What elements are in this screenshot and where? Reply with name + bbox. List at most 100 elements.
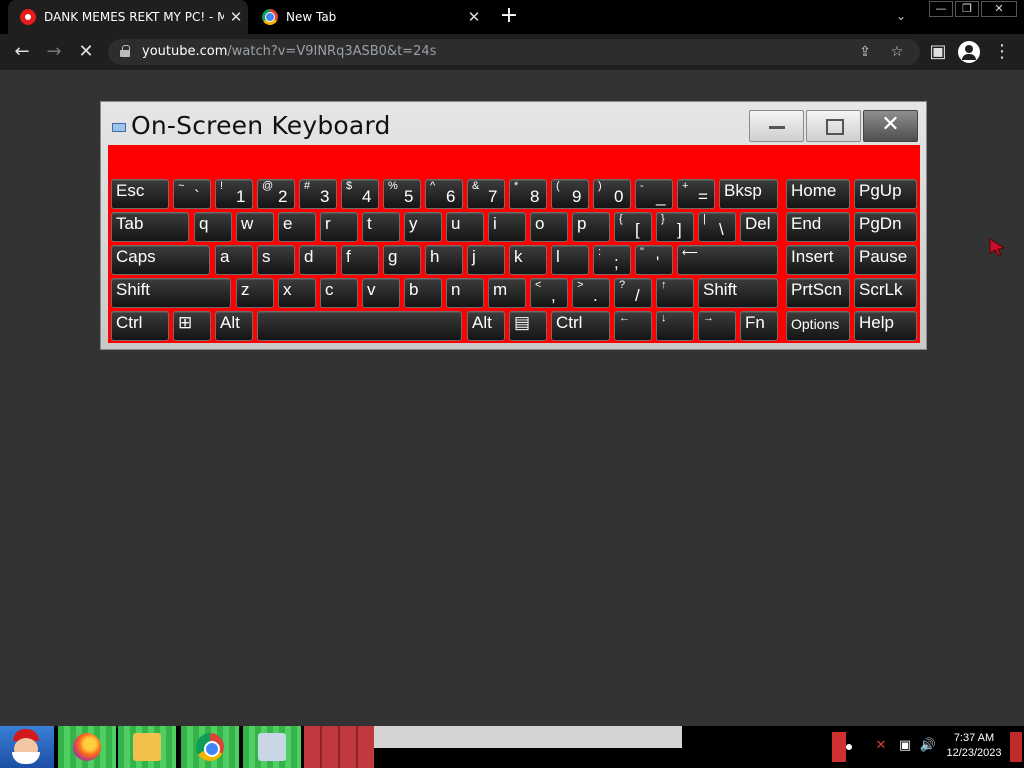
- key-pgup[interactable]: PgUp: [854, 179, 917, 209]
- key-b[interactable]: b: [404, 278, 442, 308]
- profile-avatar-icon[interactable]: [958, 41, 980, 63]
- key-j[interactable]: j: [467, 245, 505, 275]
- key-help[interactable]: Help: [854, 311, 917, 341]
- osk-maximize-button[interactable]: [806, 110, 861, 142]
- key-5[interactable]: % 5: [383, 179, 421, 209]
- key-esc[interactable]: Esc: [111, 179, 169, 209]
- key-d[interactable]: d: [299, 245, 337, 275]
- osk-close-button[interactable]: ✕: [863, 110, 918, 142]
- key-ctrl[interactable]: Ctrl: [551, 311, 610, 341]
- key-fn[interactable]: Fn: [740, 311, 778, 341]
- key-symbol[interactable]: ~ `: [173, 179, 211, 209]
- key-g[interactable]: g: [383, 245, 421, 275]
- key-home[interactable]: Home: [786, 179, 850, 209]
- key-symbol-12[interactable]: ⟵: [677, 245, 778, 275]
- taskbar-clock[interactable]: 7:37 AM 12/23/2023: [942, 731, 1006, 761]
- key-a[interactable]: a: [215, 245, 253, 275]
- stop-loading-button[interactable]: ✕: [74, 40, 98, 64]
- taskbar-chrome[interactable]: [181, 726, 239, 768]
- key-tab[interactable]: Tab: [111, 212, 189, 242]
- key-shift[interactable]: Shift: [698, 278, 778, 308]
- key-f[interactable]: f: [341, 245, 379, 275]
- key-symbol[interactable]: ? /: [614, 278, 652, 308]
- key-6[interactable]: ^ 6: [425, 179, 463, 209]
- key-options[interactable]: Options: [786, 311, 850, 341]
- key-symbol[interactable]: | \: [698, 212, 736, 242]
- key-x[interactable]: x: [278, 278, 316, 308]
- key-shift[interactable]: Shift: [111, 278, 231, 308]
- key-symbol[interactable]: >.: [572, 278, 610, 308]
- key-pgdn[interactable]: PgDn: [854, 212, 917, 242]
- network-alert-icon[interactable]: ✕: [872, 737, 890, 755]
- key-2[interactable]: @2: [257, 179, 295, 209]
- key-t[interactable]: t: [362, 212, 400, 242]
- tab-close-icon[interactable]: ✕: [462, 8, 486, 26]
- tab-youtube[interactable]: DANK MEMES REKT MY PC! - ME ✕: [8, 0, 248, 34]
- browser-menu-icon[interactable]: ⋮: [990, 40, 1014, 64]
- key-q[interactable]: q: [194, 212, 232, 242]
- address-bar[interactable]: youtube.com/watch?v=V9INRq3ASB0&t=24s ⇪ …: [108, 39, 920, 65]
- url-text[interactable]: youtube.com/watch?v=V9INRq3ASB0&t=24s: [142, 44, 436, 59]
- key-symbol[interactable]: " ': [635, 245, 673, 275]
- key-8[interactable]: * 8: [509, 179, 547, 209]
- key-7[interactable]: & 7: [467, 179, 505, 209]
- key-caps[interactable]: Caps: [111, 245, 210, 275]
- tab-close-icon[interactable]: ✕: [224, 8, 248, 26]
- key-y[interactable]: y: [404, 212, 442, 242]
- key-l[interactable]: l: [551, 245, 589, 275]
- bookmark-star-icon[interactable]: ☆: [887, 42, 907, 62]
- key-0[interactable]: ) 0: [593, 179, 631, 209]
- key-symbol[interactable]: <,: [530, 278, 568, 308]
- share-icon[interactable]: ⇪: [855, 42, 875, 62]
- key-z[interactable]: z: [236, 278, 274, 308]
- tab-new-tab[interactable]: New Tab ✕: [250, 0, 486, 34]
- key-i[interactable]: i: [488, 212, 526, 242]
- key-symbol[interactable]: {[: [614, 212, 652, 242]
- key-4[interactable]: $4: [341, 179, 379, 209]
- key-del[interactable]: Del: [740, 212, 778, 242]
- window-restore-button[interactable]: ❐: [955, 1, 979, 17]
- key-prtscn[interactable]: PrtScn: [786, 278, 850, 308]
- volume-icon[interactable]: 🔊: [919, 737, 937, 755]
- key-v[interactable]: v: [362, 278, 400, 308]
- spacebar-key[interactable]: [257, 311, 462, 341]
- back-button[interactable]: ←: [10, 40, 34, 64]
- key-u[interactable]: u: [446, 212, 484, 242]
- key-scrlk[interactable]: ScrLk: [854, 278, 917, 308]
- lock-icon[interactable]: [120, 45, 130, 57]
- osk-minimize-button[interactable]: [749, 110, 804, 142]
- windows-key[interactable]: ⊞: [173, 311, 211, 341]
- window-minimize-button[interactable]: —: [929, 1, 953, 17]
- key-ctrl[interactable]: Ctrl: [111, 311, 169, 341]
- key-alt[interactable]: Alt: [467, 311, 505, 341]
- key-alt[interactable]: Alt: [215, 311, 253, 341]
- key-1[interactable]: ! 1: [215, 179, 253, 209]
- key-symbol-11[interactable]: ↑: [656, 278, 694, 308]
- key-bksp[interactable]: Bksp: [719, 179, 778, 209]
- network-icon[interactable]: ▣: [896, 737, 914, 755]
- key-insert[interactable]: Insert: [786, 245, 850, 275]
- key-n[interactable]: n: [446, 278, 484, 308]
- taskbar-file-explorer[interactable]: [118, 726, 176, 768]
- taskbar-firefox[interactable]: [58, 726, 116, 768]
- show-desktop-button[interactable]: [1010, 732, 1022, 762]
- key-c[interactable]: c: [320, 278, 358, 308]
- key-pause[interactable]: Pause: [854, 245, 917, 275]
- key-symbol-7[interactable]: ←: [614, 311, 652, 341]
- key-symbol[interactable]: - _: [635, 179, 673, 209]
- key-symbol[interactable]: + =: [677, 179, 715, 209]
- key-symbol[interactable]: :;: [593, 245, 631, 275]
- key-h[interactable]: h: [425, 245, 463, 275]
- context-menu-key[interactable]: ▤: [509, 311, 547, 341]
- key-m[interactable]: m: [488, 278, 526, 308]
- window-close-button[interactable]: ✕: [981, 1, 1017, 17]
- key-3[interactable]: #3: [299, 179, 337, 209]
- key-p[interactable]: p: [572, 212, 610, 242]
- key-o[interactable]: o: [530, 212, 568, 242]
- key-symbol[interactable]: }]: [656, 212, 694, 242]
- key-end[interactable]: End: [786, 212, 850, 242]
- taskbar-on-screen-keyboard[interactable]: [243, 726, 301, 768]
- key-r[interactable]: r: [320, 212, 358, 242]
- key-e[interactable]: e: [278, 212, 316, 242]
- osk-title-bar[interactable]: On-Screen Keyboard ✕: [101, 102, 926, 146]
